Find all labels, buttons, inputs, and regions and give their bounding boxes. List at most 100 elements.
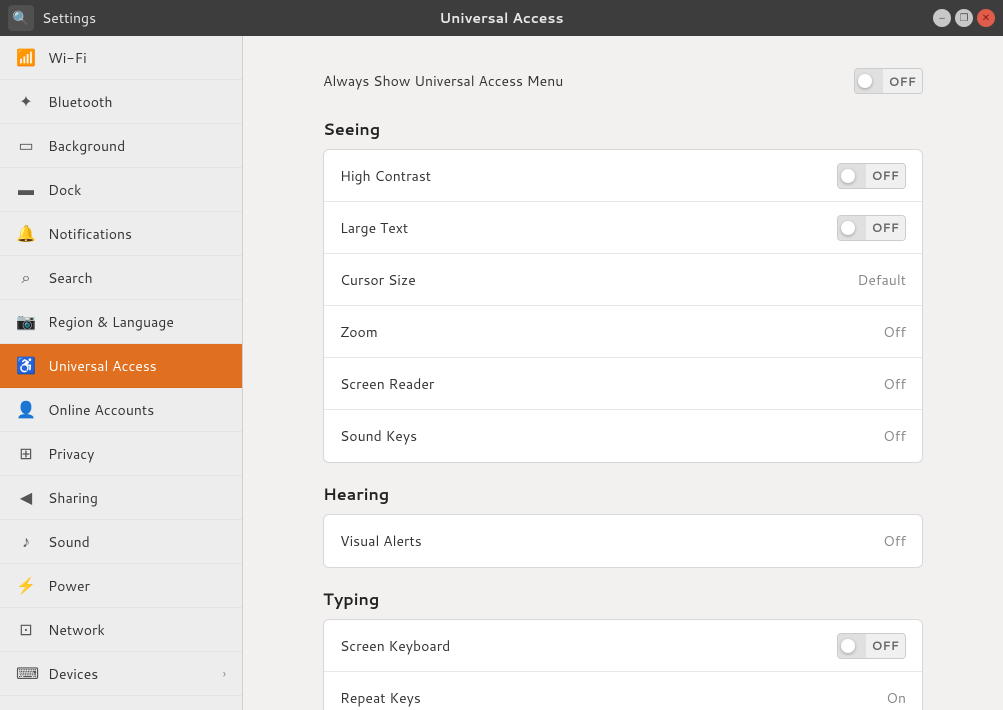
sidebar-item-network[interactable]: ⊡ Network [0,608,242,652]
row-label: Screen Keyboard [340,636,450,656]
toggle-switch[interactable]: OFF [837,215,906,241]
sidebar-label-sharing: Sharing [48,488,226,508]
titlebar-window-title: Universal Access [439,8,563,28]
sidebar-item-notifications[interactable]: 🔔 Notifications [0,212,242,256]
seeing-heading: Seeing [323,118,923,141]
search-icon: 🔍 [12,10,29,27]
network-icon: ⊡ [16,618,36,641]
row-label: High Contrast [340,166,431,186]
always-show-toggle[interactable]: OFF [854,68,923,94]
row-value: Default [857,270,906,290]
toggle-knob [841,221,855,235]
sidebar-item-sound[interactable]: ♪Sound [0,520,242,564]
window-controls: – ❐ ✕ [933,9,995,27]
sidebar-item-devices[interactable]: ⌨ Devices › [0,652,242,696]
sidebar: 📶Wi-Fi ✦ Bluetooth ▭ Background ▬ Dock 🔔 Notific… [0,36,243,710]
sidebar-item-region-language[interactable]: 📷 Region & Language [0,300,242,344]
sidebar-label-devices: Devices [48,664,211,684]
toggle-knob [841,169,855,183]
toggle-track [838,164,866,188]
sidebar-item-background[interactable]: ▭ Background [0,124,242,168]
sidebar-item-privacy[interactable]: ⊞Privacy [0,432,242,476]
titlebar-app-title: Settings [42,8,96,28]
sidebar-item-universal-access[interactable]: ♿ Universal Access [0,344,242,388]
seeing-card: High Contrast OFF Large Text OFF Cursor Size… [323,149,923,463]
details-icon: ℹ [16,706,36,710]
hearing-card: Visual Alerts Off [323,514,923,568]
row-value: Off [883,374,906,394]
row-value: On [886,688,906,708]
sidebar-item-details[interactable]: ℹDetails› [0,696,242,710]
sidebar-item-search[interactable]: ⌕Search [0,256,242,300]
sidebar-label-bluetooth: Bluetooth [48,92,226,112]
row-value: Off [883,426,906,446]
settings-row[interactable]: High Contrast OFF [324,150,922,202]
toggle-state-label: OFF [866,216,905,240]
settings-row[interactable]: Large Text OFF [324,202,922,254]
sidebar-label-dock: Dock [48,180,226,200]
settings-row[interactable]: Cursor Size Default [324,254,922,306]
sidebar-item-bluetooth[interactable]: ✦ Bluetooth [0,80,242,124]
row-label: Zoom [340,322,378,342]
sidebar-label-wifi: Wi-Fi [48,48,226,68]
sidebar-label-power: Power [48,576,226,596]
maximize-button[interactable]: ❐ [955,9,973,27]
typing-heading: Typing [323,588,923,611]
sidebar-label-online-accounts: Online Accounts [48,400,226,420]
hearing-heading: Hearing [323,483,923,506]
toggle-track [838,216,866,240]
minimize-button[interactable]: – [933,9,951,27]
privacy-icon: ⊞ [16,442,36,465]
titlebar-search-button[interactable]: 🔍 [8,5,34,31]
toggle-off-label: OFF [883,69,922,93]
toggle-track [838,634,866,658]
toggle-track [855,69,883,93]
sidebar-label-region-language: Region & Language [48,312,226,332]
toggle-state-label: OFF [866,164,905,188]
settings-row[interactable]: Visual Alerts Off [324,515,922,567]
settings-row[interactable]: Screen Reader Off [324,358,922,410]
toggle-state-label: OFF [866,634,905,658]
settings-row[interactable]: Screen Keyboard OFF [324,620,922,672]
dock-icon: ▬ [16,178,36,201]
row-value: Off [883,322,906,342]
typing-card: Screen Keyboard OFF Repeat KeysOn [323,619,923,710]
settings-row[interactable]: Sound KeysOff [324,410,922,462]
sidebar-item-online-accounts[interactable]: 👤 Online Accounts [0,388,242,432]
bluetooth-icon: ✦ [16,90,36,113]
row-value: Off [883,531,906,551]
notifications-icon: 🔔 [16,222,36,245]
sidebar-item-power[interactable]: ⚡ Power [0,564,242,608]
main-container: 📶Wi-Fi ✦ Bluetooth ▭ Background ▬ Dock 🔔 Notific… [0,36,1003,710]
sidebar-label-sound: Sound [48,532,226,552]
sidebar-item-wifi[interactable]: 📶Wi-Fi [0,36,242,80]
row-label: Cursor Size [340,270,416,290]
titlebar-left: 🔍 Settings [8,5,96,31]
sidebar-label-universal-access: Universal Access [48,356,226,376]
sidebar-label-network: Network [48,620,226,640]
always-show-row: Always Show Universal Access Menu OFF [323,68,923,94]
sidebar-label-background: Background [48,136,226,156]
sidebar-item-sharing[interactable]: ◀ Sharing [0,476,242,520]
row-label: Screen Reader [340,374,434,394]
region-language-icon: 📷 [16,310,36,333]
sidebar-item-dock[interactable]: ▬ Dock [0,168,242,212]
chevron-right-icon: › [223,665,226,682]
toggle-switch[interactable]: OFF [837,163,906,189]
devices-icon: ⌨ [16,662,36,685]
always-show-label: Always Show Universal Access Menu [323,71,563,91]
background-icon: ▭ [16,134,36,157]
online-accounts-icon: 👤 [16,398,36,421]
sharing-icon: ◀ [16,486,36,509]
settings-row[interactable]: Zoom Off [324,306,922,358]
content-area: Always Show Universal Access Menu OFF Se… [243,36,1003,710]
toggle-switch[interactable]: OFF [837,633,906,659]
close-button[interactable]: ✕ [977,9,995,27]
power-icon: ⚡ [16,574,36,597]
settings-row[interactable]: Repeat KeysOn [324,672,922,710]
sidebar-label-notifications: Notifications [48,224,226,244]
row-label: Visual Alerts [340,531,422,551]
toggle-knob [841,639,855,653]
row-label: Large Text [340,218,408,238]
universal-access-icon: ♿ [16,354,36,377]
